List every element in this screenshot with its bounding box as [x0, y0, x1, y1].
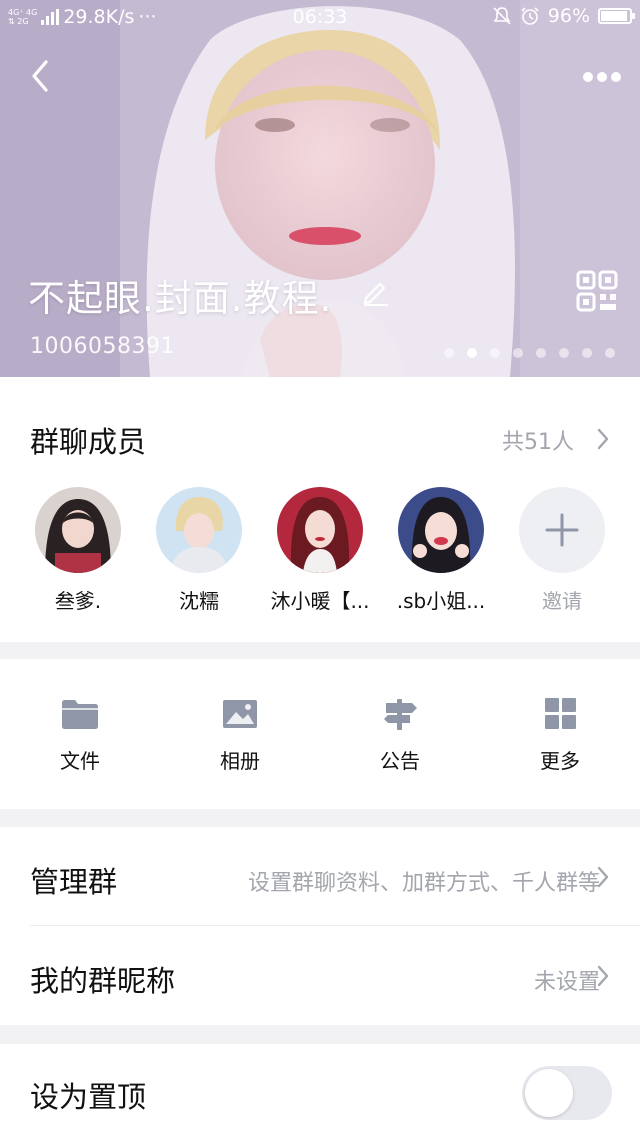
avatar[interactable] — [35, 487, 121, 573]
status-right: 96% — [492, 5, 635, 27]
carousel-dot[interactable] — [559, 348, 569, 358]
member-item[interactable]: .sb小姐... — [381, 487, 501, 614]
manage-group-label: 管理群 — [30, 865, 118, 899]
member-name: .sb小姐... — [396, 589, 486, 613]
avatar[interactable] — [277, 487, 363, 573]
settings-section: 管理群 设置群聊资料、加群方式、千人群等 我的群昵称 未设置 — [0, 827, 640, 1025]
grid-icon — [545, 698, 576, 729]
avatar[interactable] — [156, 487, 242, 573]
member-name: 沐小暖【... — [270, 589, 370, 613]
qr-code-icon[interactable] — [576, 270, 618, 312]
carousel-dots[interactable] — [444, 348, 615, 358]
carousel-dot[interactable] — [513, 348, 523, 358]
carousel-dot[interactable] — [467, 348, 477, 358]
battery-icon — [598, 8, 635, 24]
tool-label: 公告 — [380, 749, 420, 773]
tool-label: 文件 — [60, 749, 100, 773]
folder-icon — [62, 700, 98, 729]
status-bar: 4G⁺ 4G ⇅ 2G 29.8K/s ··· 06:33 96% — [0, 0, 640, 34]
my-nickname-value: 未设置 — [533, 970, 600, 995]
tool-files[interactable]: 文件 — [30, 697, 130, 774]
my-nickname-label: 我的群昵称 — [30, 964, 176, 998]
carousel-dot[interactable] — [536, 348, 546, 358]
group-id: 1006058391 — [30, 334, 175, 359]
chevron-right-icon — [597, 866, 609, 888]
tool-label: 更多 — [540, 749, 580, 773]
member-list: 叁爹. 沈糯 沐小暖【... .sb小姐... 邀请 — [0, 487, 640, 617]
chevron-right-icon — [597, 965, 609, 987]
plus-icon[interactable] — [519, 487, 605, 573]
tools-section: 文件 相册 公告 更多 — [0, 659, 640, 809]
tool-more[interactable]: 更多 — [510, 697, 610, 774]
member-name: 叁爹. — [54, 589, 102, 613]
tool-announcement[interactable]: 公告 — [350, 697, 450, 774]
carousel-dot[interactable] — [582, 348, 592, 358]
members-count[interactable]: 共51人 — [502, 424, 574, 456]
carousel-dot[interactable] — [444, 348, 454, 358]
pin-section: 设为置顶 — [0, 1044, 640, 1138]
members-title: 群聊成员 — [30, 425, 147, 459]
group-name: 不起眼.封面.教程. — [28, 277, 333, 320]
manage-group-row[interactable]: 管理群 设置群聊资料、加群方式、千人群等 — [0, 827, 640, 926]
pencil-icon[interactable] — [360, 276, 390, 306]
image-icon — [223, 700, 257, 728]
members-section: 群聊成员 共51人 叁爹. 沈糯 沐小暖【... .sb小姐... 邀请 — [0, 377, 640, 642]
member-item[interactable]: 沐小暖【... — [260, 487, 380, 614]
invite-label: 邀请 — [542, 589, 582, 613]
carousel-dot[interactable] — [605, 348, 615, 358]
chevron-left-icon[interactable] — [24, 56, 58, 96]
chevron-right-icon[interactable] — [596, 427, 610, 451]
pin-label: 设为置顶 — [30, 1080, 147, 1114]
my-nickname-row[interactable]: 我的群昵称 未设置 — [0, 926, 640, 1025]
toggle-knob — [525, 1069, 573, 1117]
tool-album[interactable]: 相册 — [190, 697, 290, 774]
signpost-icon — [384, 699, 417, 730]
more-dots-icon[interactable] — [580, 62, 624, 92]
battery-percent: 96% — [547, 5, 590, 27]
member-item[interactable]: 沈糯 — [139, 487, 259, 614]
alarm-icon — [521, 7, 539, 25]
tool-label: 相册 — [220, 749, 260, 773]
member-name: 沈糯 — [179, 589, 219, 613]
mute-bell-icon — [493, 7, 511, 25]
avatar[interactable] — [398, 487, 484, 573]
manage-group-hint: 设置群聊资料、加群方式、千人群等 — [247, 871, 600, 896]
carousel-dot[interactable] — [490, 348, 500, 358]
group-cover[interactable]: 4G⁺ 4G ⇅ 2G 29.8K/s ··· 06:33 96% 不起眼.封面… — [0, 0, 640, 377]
pin-toggle[interactable] — [522, 1066, 612, 1120]
invite-button[interactable]: 邀请 — [502, 487, 622, 614]
member-item[interactable]: 叁爹. — [18, 487, 138, 614]
